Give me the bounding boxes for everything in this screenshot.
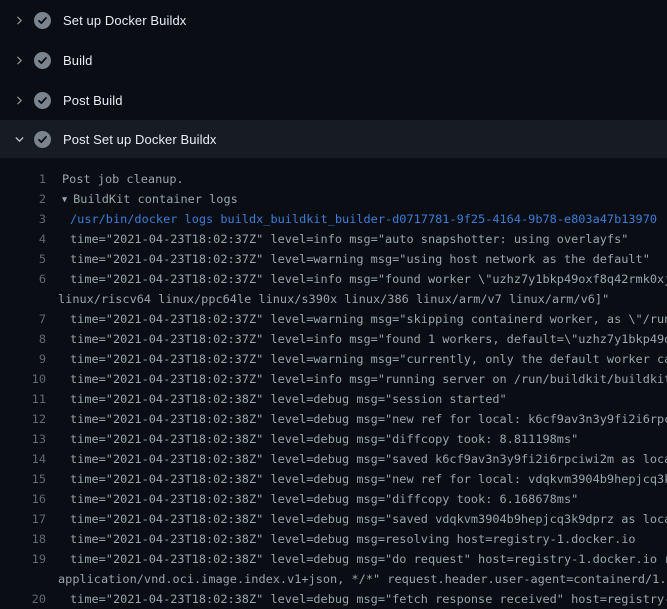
log-row: 8time="2021-04-23T18:02:37Z" level=info … — [0, 329, 667, 349]
caret-down-icon[interactable]: ▼ — [62, 195, 67, 205]
line-number[interactable]: 17 — [0, 512, 46, 526]
log-text: time="2021-04-23T18:02:37Z" level=warnin… — [46, 312, 667, 326]
log-text: linux/riscv64 linux/ppc64le linux/s390x … — [46, 292, 609, 306]
log-row: 14time="2021-04-23T18:02:38Z" level=debu… — [0, 449, 667, 469]
log-row: 9time="2021-04-23T18:02:37Z" level=warni… — [0, 349, 667, 369]
check-circle-icon — [34, 52, 51, 69]
line-number[interactable]: 15 — [0, 472, 46, 486]
workflow-log-viewer: Set up Docker Buildx Build Post Build Post … — [0, 0, 667, 609]
line-number[interactable]: 14 — [0, 452, 46, 466]
log-text: time="2021-04-23T18:02:37Z" level=info m… — [46, 372, 667, 386]
log-row: application/vnd.oci.image.index.v1+json,… — [0, 569, 667, 589]
step-label: Build — [63, 53, 92, 68]
log-text: time="2021-04-23T18:02:37Z" level=info m… — [46, 232, 628, 246]
log-text: time="2021-04-23T18:02:38Z" level=debug … — [46, 452, 667, 466]
chevron-right-icon — [12, 15, 26, 26]
log-row: 10time="2021-04-23T18:02:37Z" level=info… — [0, 369, 667, 389]
log-row: 7time="2021-04-23T18:02:37Z" level=warni… — [0, 309, 667, 329]
log-text: time="2021-04-23T18:02:37Z" level=info m… — [46, 272, 667, 286]
line-number[interactable]: 1 — [0, 172, 46, 186]
log-row: linux/riscv64 linux/ppc64le linux/s390x … — [0, 289, 667, 309]
log-text: time="2021-04-23T18:02:37Z" level=warnin… — [46, 352, 667, 366]
log-text: Post job cleanup. — [46, 172, 184, 186]
log-row: 16time="2021-04-23T18:02:38Z" level=debu… — [0, 489, 667, 509]
log-text: time="2021-04-23T18:02:38Z" level=debug … — [46, 432, 578, 446]
line-number[interactable]: 2 — [0, 192, 46, 206]
log-row: 18time="2021-04-23T18:02:38Z" level=debu… — [0, 529, 667, 549]
log-panel: 1Post job cleanup.2▼BuildKit container l… — [0, 158, 667, 609]
line-number[interactable]: 9 — [0, 352, 46, 366]
step-row-build[interactable]: Build — [0, 40, 667, 80]
check-circle-icon — [34, 12, 51, 29]
group-label: BuildKit container logs — [73, 192, 238, 206]
step-row-post-build[interactable]: Post Build — [0, 80, 667, 120]
line-number[interactable]: 19 — [0, 552, 46, 566]
log-text: time="2021-04-23T18:02:38Z" level=debug … — [46, 532, 636, 546]
steps-list: Set up Docker Buildx Build Post Build Post … — [0, 0, 667, 158]
line-number[interactable]: 20 — [0, 592, 46, 606]
line-number[interactable]: 16 — [0, 492, 46, 506]
step-label: Set up Docker Buildx — [63, 13, 186, 28]
log-text: application/vnd.oci.image.index.v1+json,… — [46, 572, 667, 586]
log-row: 6time="2021-04-23T18:02:37Z" level=info … — [0, 269, 667, 289]
log-row: 1Post job cleanup. — [0, 169, 667, 189]
step-label: Post Set up Docker Buildx — [63, 132, 217, 147]
line-number[interactable]: 5 — [0, 252, 46, 266]
chevron-right-icon — [12, 95, 26, 106]
log-text[interactable]: ▼ BuildKit container logs — [46, 192, 238, 206]
chevron-down-icon — [12, 134, 26, 145]
log-row: 15time="2021-04-23T18:02:38Z" level=debu… — [0, 469, 667, 489]
log-row: 11time="2021-04-23T18:02:38Z" level=debu… — [0, 389, 667, 409]
line-number[interactable]: 4 — [0, 232, 46, 246]
log-text: time="2021-04-23T18:02:37Z" level=info m… — [46, 332, 667, 346]
line-number[interactable]: 6 — [0, 272, 46, 286]
log-row: 5time="2021-04-23T18:02:37Z" level=warni… — [0, 249, 667, 269]
log-text: time="2021-04-23T18:02:38Z" level=debug … — [46, 512, 667, 526]
log-text: time="2021-04-23T18:02:38Z" level=debug … — [46, 472, 667, 486]
line-number[interactable]: 12 — [0, 412, 46, 426]
step-row-post-set-up-docker-buildx[interactable]: Post Set up Docker Buildx — [0, 120, 667, 158]
line-number[interactable]: 7 — [0, 312, 46, 326]
log-command-text: /usr/bin/docker logs buildx_buildkit_bui… — [46, 212, 657, 226]
check-circle-icon — [34, 92, 51, 109]
line-number[interactable]: 11 — [0, 392, 46, 406]
log-row: 20time="2021-04-23T18:02:38Z" level=debu… — [0, 589, 667, 609]
line-number[interactable]: 8 — [0, 332, 46, 346]
log-text: time="2021-04-23T18:02:38Z" level=debug … — [46, 412, 667, 426]
log-text: time="2021-04-23T18:02:38Z" level=debug … — [46, 592, 667, 606]
chevron-right-icon — [12, 55, 26, 66]
line-number[interactable]: 18 — [0, 532, 46, 546]
line-number[interactable]: 13 — [0, 432, 46, 446]
log-row: 13time="2021-04-23T18:02:38Z" level=debu… — [0, 429, 667, 449]
log-row: 12time="2021-04-23T18:02:38Z" level=debu… — [0, 409, 667, 429]
line-number[interactable]: 10 — [0, 372, 46, 386]
step-row-set-up-docker-buildx[interactable]: Set up Docker Buildx — [0, 0, 667, 40]
check-circle-icon — [34, 131, 51, 148]
log-text: time="2021-04-23T18:02:38Z" level=debug … — [46, 492, 578, 506]
log-row: 17time="2021-04-23T18:02:38Z" level=debu… — [0, 509, 667, 529]
log-row: 3/usr/bin/docker logs buildx_buildkit_bu… — [0, 209, 667, 229]
log-text: time="2021-04-23T18:02:38Z" level=debug … — [46, 552, 667, 566]
step-label: Post Build — [63, 93, 123, 108]
log-text: time="2021-04-23T18:02:37Z" level=warnin… — [46, 252, 650, 266]
log-row: 2 ▼ BuildKit container logs — [0, 189, 667, 209]
log-text: time="2021-04-23T18:02:38Z" level=debug … — [46, 392, 507, 406]
log-row: 4time="2021-04-23T18:02:37Z" level=info … — [0, 229, 667, 249]
line-number[interactable]: 3 — [0, 212, 46, 226]
log-row: 19time="2021-04-23T18:02:38Z" level=debu… — [0, 549, 667, 569]
